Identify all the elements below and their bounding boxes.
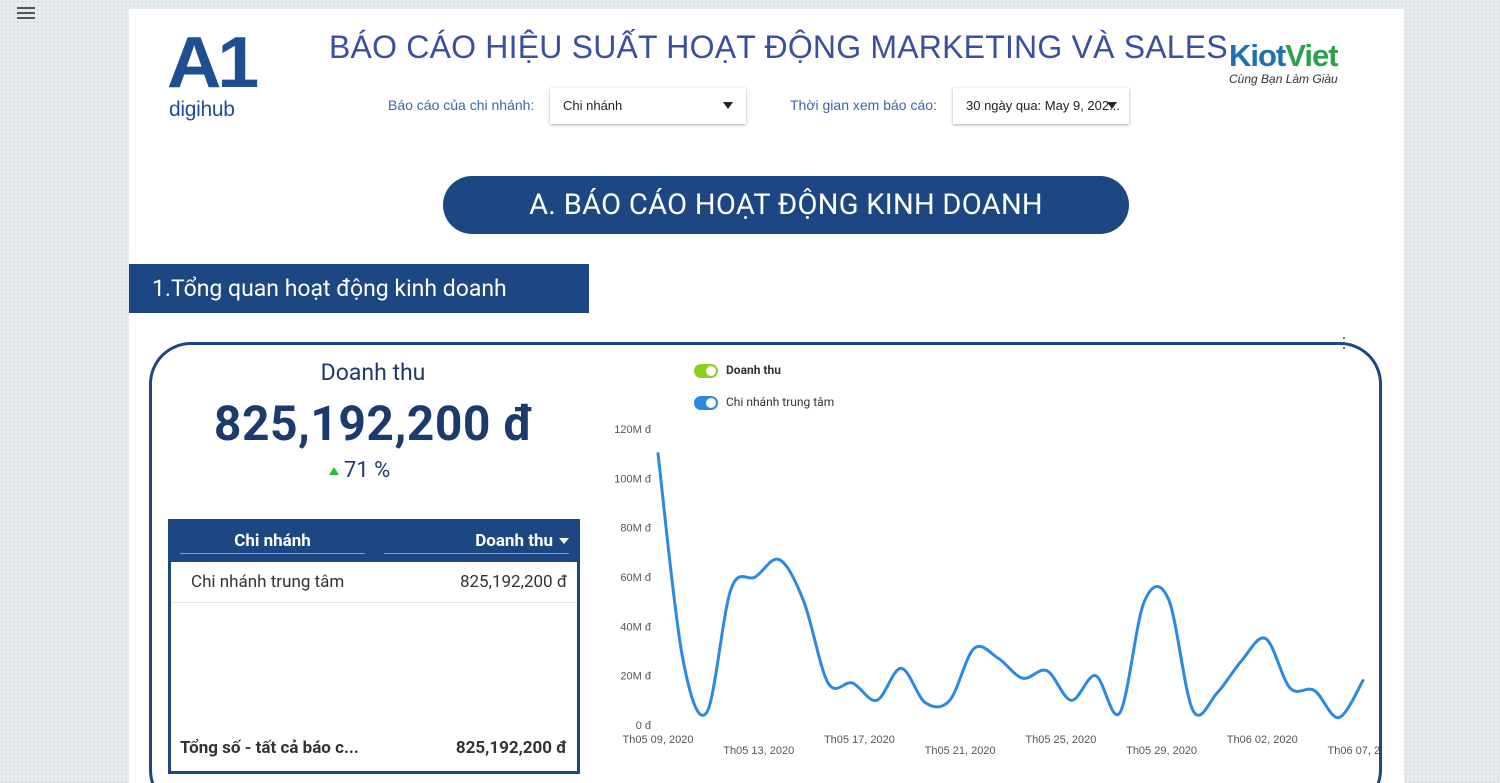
data-point	[1312, 688, 1316, 692]
data-point	[753, 575, 757, 579]
arrow-up-icon	[329, 467, 339, 475]
data-point	[1288, 686, 1292, 690]
legend-metric: Doanh thu	[694, 363, 781, 378]
toggle-switch[interactable]	[694, 363, 718, 378]
data-point	[1069, 698, 1073, 702]
report-page: A1 digihub BÁO CÁO HIỆU SUẤT HOẠT ĐỘNG M…	[129, 9, 1404, 783]
data-point	[729, 587, 733, 591]
revenue-line-chart: 120M đ 100M đ 80M đ 60M đ 40M đ 20M đ 0 đ Th05 …	[614, 424, 1379, 757]
x-tick-label: Th06 02, 2020	[1227, 734, 1298, 746]
column-header-branch[interactable]: Chi nhánh	[180, 531, 365, 554]
data-point	[778, 558, 782, 562]
data-point	[948, 698, 952, 702]
y-tick-label: 20M đ	[620, 671, 651, 683]
data-point	[899, 666, 903, 670]
total-label: Tổng số - tất cả báo c...	[180, 738, 359, 758]
cell-branch: Chi nhánh trung tâm	[191, 572, 345, 592]
column-header-branch-label: Chi nhánh	[234, 531, 311, 551]
data-point	[850, 681, 854, 685]
series-line-chi-nhanh-trung-tam	[656, 452, 1365, 720]
kiotviet-logo: KiotViet Cùng Bạn Làm Giàu	[1229, 38, 1369, 87]
data-point	[1361, 679, 1365, 683]
section-header: A. BÁO CÁO HOẠT ĐỘNG KINH DOANH	[443, 176, 1129, 234]
data-point	[1094, 674, 1098, 678]
more-options-icon[interactable]	[1341, 337, 1347, 353]
page-title: BÁO CÁO HIỆU SUẤT HOẠT ĐỘNG MARKETING VÀ…	[329, 29, 1228, 65]
cell-revenue: 825,192,200 đ	[459, 572, 567, 592]
legend-series-label: Chi nhánh trung tâm	[726, 395, 835, 409]
x-tick-label: Th05 25, 2020	[1025, 734, 1096, 746]
data-point	[705, 711, 709, 715]
data-point	[1215, 691, 1219, 695]
y-tick-label: 60M đ	[620, 572, 651, 584]
sort-desc-icon	[559, 538, 569, 544]
y-tick-label: 100M đ	[614, 473, 652, 485]
period-filter-label: Thời gian xem báo cáo:	[790, 97, 937, 113]
data-point	[656, 452, 660, 456]
data-point	[826, 681, 830, 685]
legend-metric-label: Doanh thu	[726, 363, 781, 377]
branch-dropdown[interactable]: Chi nhánh	[550, 88, 746, 124]
table-row[interactable]: Chi nhánh trung tâm 825,192,200 đ	[171, 562, 577, 603]
data-point	[1142, 600, 1146, 604]
branch-filter-label: Báo cáo của chi nhánh:	[388, 97, 535, 113]
logo-mark: A1	[166, 23, 259, 103]
x-tick-label: Th05 09, 2020	[623, 734, 694, 746]
chevron-down-icon	[723, 102, 733, 109]
logo-brand-b: Viet	[1285, 38, 1338, 73]
kpi-label: Doanh thu	[320, 359, 426, 386]
data-point	[1264, 637, 1268, 641]
table-total-row: Tổng số - tất cả báo c... 825,192,200 đ	[171, 735, 577, 761]
logo-word: digihub	[169, 98, 235, 121]
toggle-switch[interactable]	[694, 395, 718, 410]
logo-brand-a: Kiot	[1229, 38, 1286, 73]
data-point	[1045, 669, 1049, 673]
data-point	[972, 647, 976, 651]
data-point	[875, 698, 879, 702]
data-point	[1118, 711, 1122, 715]
data-point	[802, 600, 806, 604]
chevron-down-icon	[1107, 102, 1117, 109]
kpi-change: 71 %	[329, 458, 429, 483]
total-value: 825,192,200 đ	[455, 738, 567, 758]
subsection-header: 1.Tổng quan hoạt động kinh doanh	[129, 264, 589, 313]
period-dropdown[interactable]: 30 ngày qua: May 9, 202...	[953, 88, 1129, 124]
logo-tagline: Cùng Bạn Làm Giàu	[1229, 72, 1338, 86]
x-tick-label: Th05 17, 2020	[824, 734, 895, 746]
kpi-change-value: 71 %	[344, 458, 391, 483]
period-dropdown-value: 30 ngày qua: May 9, 202...	[966, 98, 1120, 113]
data-point	[1167, 597, 1171, 601]
data-point	[923, 701, 927, 705]
x-tick-label: Th05 21, 2020	[925, 745, 996, 757]
y-tick-label: 40M đ	[620, 621, 651, 633]
column-header-revenue-label: Doanh thu	[475, 531, 553, 551]
y-tick-label: 0 đ	[636, 720, 652, 732]
branch-revenue-table: Chi nhánh Doanh thu Chi nhánh trung tâm …	[168, 519, 580, 774]
x-tick-label: Th05 29, 2020	[1126, 745, 1197, 757]
column-header-revenue[interactable]: Doanh thu	[384, 531, 569, 554]
branch-dropdown-value: Chi nhánh	[563, 98, 623, 113]
y-tick-label: 120M đ	[614, 424, 652, 436]
data-point	[996, 656, 1000, 660]
data-point	[1337, 716, 1341, 720]
data-point	[1021, 676, 1025, 680]
a1-digihub-logo: A1 digihub	[166, 23, 259, 123]
menu-icon[interactable]	[17, 7, 35, 21]
kpi-revenue-value: 825,192,200 đ	[213, 395, 535, 452]
x-tick-label: Th05 13, 2020	[723, 745, 794, 757]
x-tick-label: Th06 07, 2020	[1328, 745, 1379, 757]
y-tick-label: 80M đ	[620, 523, 651, 535]
table-header: Chi nhánh Doanh thu	[171, 522, 577, 562]
data-point	[680, 654, 684, 658]
data-point	[1239, 659, 1243, 663]
legend-series: Chi nhánh trung tâm	[694, 395, 834, 410]
data-point	[1191, 708, 1195, 712]
